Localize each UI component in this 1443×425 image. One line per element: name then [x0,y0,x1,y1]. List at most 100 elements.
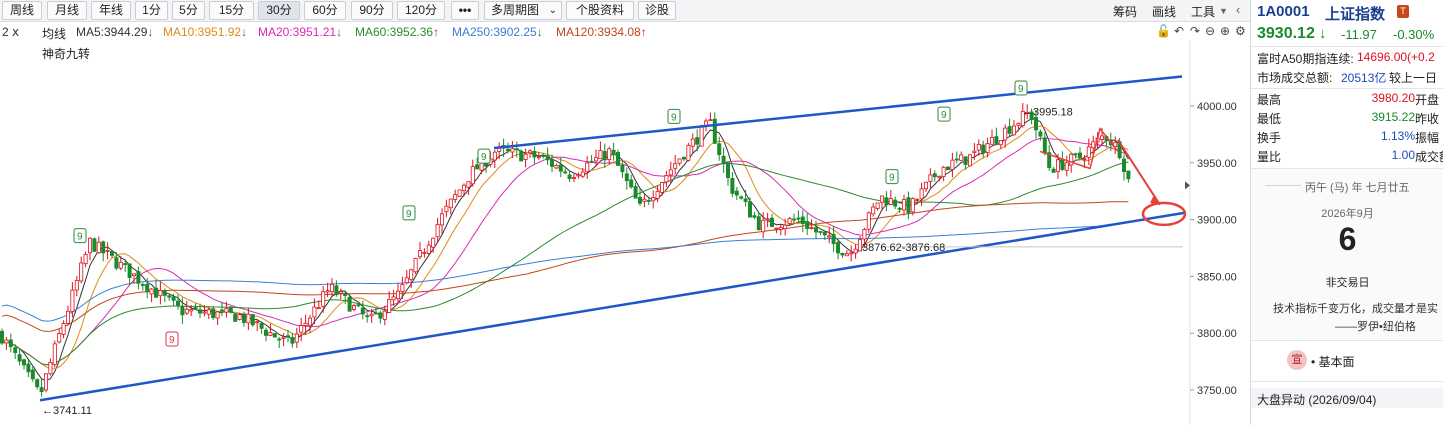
period-monthly-button[interactable]: 月线 [47,1,87,20]
candle-body [312,306,317,318]
draw-line-button[interactable]: 画线 [1152,3,1176,20]
candle-body [616,152,621,166]
candle-body [215,311,220,319]
period-30min-button[interactable]: 30分 [258,1,300,20]
fundamentals-label[interactable]: • 基本面 [1311,353,1355,370]
candle-body [888,198,893,205]
candle-body [765,218,770,221]
candle-body [1091,141,1096,149]
high-price-annotation: ←3995.18 [1022,107,1073,119]
period-yearly-button[interactable]: 年线 [91,1,131,20]
a50-value: 14696.00(+0.2 [1357,50,1435,64]
candle-body [532,150,537,158]
candle-body [770,217,775,228]
candle-body [268,332,273,336]
candle-body [237,314,242,320]
candle-body [26,363,31,373]
chevron-left-icon[interactable]: ‹ [1236,2,1240,17]
candle-body [70,289,75,312]
candle-body [48,361,53,375]
price-change: -11.97 [1341,27,1377,42]
candle-body [263,329,268,336]
candle-body [1069,153,1074,166]
multi-period-label: 多周期图 [491,3,540,17]
period-toolbar: 周线 月线 年线 1分 5分 15分 30分 60分 90分 120分 ••• … [0,0,1250,22]
period-90min-button[interactable]: 90分 [351,1,393,20]
market-move-row[interactable]: 大盘异动 (2026/09/04) [1251,388,1443,408]
candle-body [620,165,625,173]
period-1min-button[interactable]: 1分 [135,1,168,20]
undo-icon[interactable]: ↶ [1174,24,1184,38]
nine-mark-label: 9 [406,209,412,220]
trade-badge-icon[interactable]: T [1397,5,1409,18]
candle-body [321,291,326,307]
zoom-out-icon[interactable]: ⊖ [1205,24,1215,38]
candle-body [761,219,766,233]
stock-chart-app: 周线 月线 年线 1分 5分 15分 30分 60分 90分 120分 ••• … [0,0,1443,425]
candle-body [734,190,739,196]
candle-body [475,164,480,170]
candle-body [994,136,999,144]
candle-body [792,218,797,221]
candle-body [946,166,951,171]
candle-body [915,199,920,201]
market-move-title: 大盘异动 (2026/09/04) [1257,393,1377,407]
redo-icon[interactable]: ↷ [1190,24,1200,38]
candle-body [250,314,255,326]
candle-body [941,166,946,178]
candle-body [924,181,929,190]
more-button[interactable]: ••• [451,1,479,20]
quote-author: ——罗伊•纽伯格 [1335,321,1416,333]
candle-body [206,309,211,315]
candle-body [21,359,26,366]
tools-button[interactable]: 工具 [1191,3,1215,20]
gear-icon[interactable]: ⚙ [1235,24,1246,38]
candlestick-chart[interactable]: 9 9 9 9 9 9 9 9 4000.00 3950.00 3900.00 3850.00 380… [0,40,1250,425]
mid-low-annotation: 3876.62-3876.68 [862,242,945,254]
candle-body [866,212,871,230]
candle-body [954,158,959,161]
candle-body [990,136,995,145]
period-5min-button[interactable]: 5分 [172,1,205,20]
zoom-in-icon[interactable]: ⊕ [1220,24,1230,38]
candle-body [998,140,1003,146]
candle-body [211,308,216,319]
candle-body [39,387,44,393]
divider [1251,88,1443,89]
multi-period-dropdown[interactable]: 多周期图 ⌄ [484,1,562,20]
candle-body [1082,158,1087,161]
period-60min-button[interactable]: 60分 [304,1,346,20]
stock-info-button[interactable]: 个股资料 [566,1,634,20]
candle-body [682,156,687,160]
candle-body [1012,125,1017,136]
candle-body [778,227,783,230]
lock-icon[interactable]: 🔓 [1156,24,1171,38]
candle-body [1038,131,1043,137]
lunar-date: 丙午 (马) 年 七月廿五 [1305,182,1410,194]
candle-body [594,157,599,162]
candle-body [369,313,374,317]
period-120min-button[interactable]: 120分 [397,1,445,20]
candle-body [356,304,361,307]
diagnose-button[interactable]: 诊股 [638,1,676,20]
candle-body [224,308,229,313]
fundamentals-row[interactable]: 宣 • 基本面 [1251,350,1443,372]
candle-body [395,290,400,300]
stock-title-row: 1A0001 上证指数 T [1251,2,1443,23]
candle-body [466,181,471,188]
period-weekly-button[interactable]: 周线 [2,1,42,20]
candle-body [919,188,924,200]
chips-button[interactable]: 筹码 [1113,3,1137,20]
candle-body [105,250,110,252]
candle-body [1126,170,1131,180]
candle-body [409,269,414,280]
candle-body [382,310,387,320]
candle-body [413,258,418,273]
candle-body [717,143,722,156]
period-15min-button[interactable]: 15分 [209,1,254,20]
tools-dropdown-icon[interactable]: ▼ [1219,6,1228,16]
candle-body [219,309,224,312]
candle-body [387,298,392,313]
candle-body [303,322,308,326]
candle-body [127,263,132,278]
